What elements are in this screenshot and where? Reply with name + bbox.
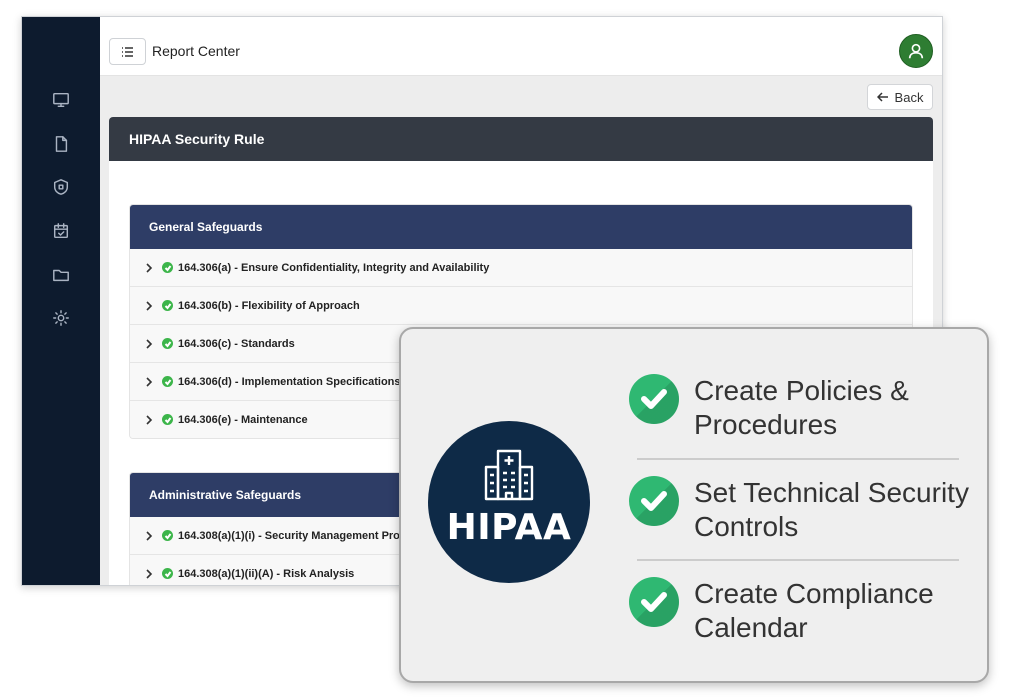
item-label: 164.306(c) - Standards: [178, 337, 295, 350]
check-circle-icon: [162, 262, 173, 273]
feature-label: Create Policies & Procedures: [694, 375, 909, 440]
item-label: 164.306(b) - Flexibility of Approach: [178, 299, 360, 312]
chevron-right-icon[interactable]: [144, 530, 154, 541]
chevron-right-icon[interactable]: [144, 338, 154, 349]
chevron-right-icon[interactable]: [144, 262, 154, 273]
sidebar: [22, 17, 100, 585]
back-button[interactable]: Back: [867, 84, 933, 110]
check-icon: [629, 476, 679, 526]
menu-icon: [121, 46, 133, 57]
folder-icon[interactable]: [51, 265, 71, 285]
check-circle-icon: [162, 376, 173, 387]
check-icon: [629, 374, 679, 424]
chevron-right-icon[interactable]: [144, 376, 154, 387]
document-icon[interactable]: [51, 134, 71, 154]
user-icon: [908, 43, 924, 59]
check-circle-icon: [162, 338, 173, 349]
check-circle-icon: [162, 300, 173, 311]
calendar-check-icon[interactable]: [51, 221, 71, 241]
hipaa-badge: HIPAA: [428, 421, 590, 583]
top-bar: Report Center: [100, 17, 942, 76]
feature-label: Set Technical Security Controls: [694, 477, 969, 542]
chevron-right-icon[interactable]: [144, 414, 154, 425]
item-label: 164.308(a)(1)(i) - Security Management P…: [178, 529, 425, 542]
check-circle-icon: [162, 568, 173, 579]
check-icon: [629, 577, 679, 627]
item-label: 164.306(a) - Ensure Confidentiality, Int…: [178, 261, 490, 274]
chevron-right-icon[interactable]: [144, 568, 154, 579]
gear-icon[interactable]: [51, 308, 71, 328]
promo-card: HIPAA Create Policies & Procedures Set T…: [399, 327, 989, 683]
item-label: 164.308(a)(1)(ii)(A) - Risk Analysis: [178, 567, 355, 580]
item-label: 164.306(d) - Implementation Specificatio…: [178, 375, 401, 388]
badge-text: HIPAA: [446, 507, 572, 548]
list-item[interactable]: 164.306(a) - Ensure Confidentiality, Int…: [130, 249, 912, 287]
check-circle-icon: [162, 414, 173, 425]
feature-label: Create Compliance Calendar: [694, 578, 934, 643]
divider: [637, 458, 959, 460]
app-title: Report Center: [152, 43, 240, 59]
report-title: HIPAA Security Rule: [109, 117, 933, 161]
item-label: 164.306(e) - Maintenance: [178, 413, 308, 426]
arrow-left-icon: [876, 92, 888, 102]
shield-icon[interactable]: [51, 177, 71, 197]
check-circle-icon: [162, 530, 173, 541]
hospital-icon: [480, 445, 538, 503]
list-item[interactable]: 164.306(b) - Flexibility of Approach: [130, 287, 912, 325]
back-label: Back: [894, 89, 924, 105]
avatar[interactable]: [899, 34, 933, 68]
monitor-icon[interactable]: [51, 90, 71, 110]
menu-toggle-button[interactable]: [109, 38, 146, 65]
divider: [637, 559, 959, 561]
section-title[interactable]: General Safeguards: [130, 205, 912, 249]
chevron-right-icon[interactable]: [144, 300, 154, 311]
